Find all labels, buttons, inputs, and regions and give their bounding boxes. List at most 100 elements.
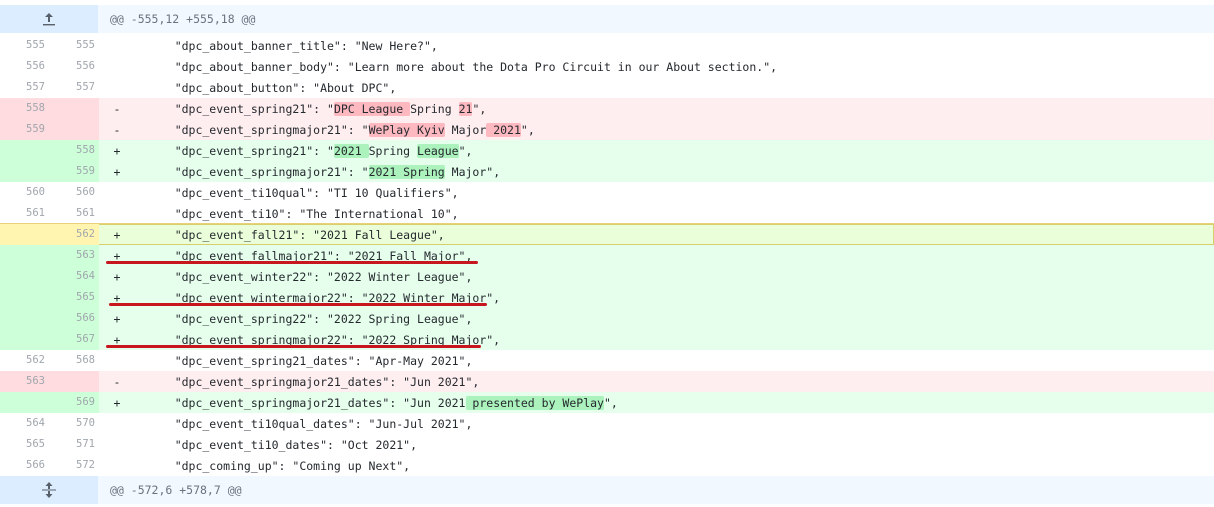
code-text: "dpc_about_banner_body": "Learn more abo… xyxy=(147,59,778,74)
word-change-highlight: League xyxy=(417,143,459,158)
new-line-number[interactable]: 559 xyxy=(49,161,99,182)
diff-line-context: 560 560 "dpc_event_ti10qual": "TI 10 Qual… xyxy=(0,182,1214,203)
old-line-number[interactable] xyxy=(0,224,49,245)
code-text: ", xyxy=(472,101,487,116)
expand-up-icon xyxy=(43,13,55,26)
diff-line-added: 559 + "dpc_event_springmajor21": "2021 Sp… xyxy=(0,161,1214,182)
code-content: "dpc_event_spring22": "2022 Spring Leagu… xyxy=(135,312,1214,326)
new-line-number[interactable]: 569 xyxy=(49,392,99,413)
new-line-number[interactable]: 561 xyxy=(49,203,99,224)
code-text: "dpc_event_ti10qual": "TI 10 Qualifiers"… xyxy=(147,185,459,200)
diff-line-context: 565 571 "dpc_event_ti10_dates": "Oct 2021… xyxy=(0,434,1214,455)
new-line-number[interactable]: 557 xyxy=(49,77,99,98)
code-content: "dpc_event_ti10qual": "TI 10 Qualifiers"… xyxy=(135,186,1214,200)
expand-both-button[interactable] xyxy=(0,476,98,504)
code-text: "dpc_coming_up": "Coming up Next", xyxy=(147,458,411,473)
diff-line-context: 564 570 "dpc_event_ti10qual_dates": "Jun-… xyxy=(0,413,1214,434)
new-line-number[interactable]: 556 xyxy=(49,56,99,77)
diff-line-context: 555 555 "dpc_about_banner_title": "New He… xyxy=(0,35,1214,56)
old-line-number[interactable]: 560 xyxy=(0,182,49,203)
code-content: "dpc_about_banner_body": "Learn more abo… xyxy=(135,60,1214,74)
code-text: "dpc_event_winter22": "2022 Winter Leagu… xyxy=(147,269,473,284)
new-line-number[interactable]: 562 xyxy=(49,224,99,245)
old-line-number[interactable]: 563 xyxy=(0,371,49,392)
diff-marker: - xyxy=(113,101,121,116)
word-change-highlight: 2021 xyxy=(486,122,521,137)
old-line-number[interactable]: 566 xyxy=(0,455,49,476)
word-change-highlight: 2021 xyxy=(333,143,369,158)
code-text: "dpc_event_springmajor21": " xyxy=(147,122,369,137)
code-content: "dpc_about_button": "About DPC", xyxy=(135,81,1214,95)
old-line-number[interactable]: 565 xyxy=(0,434,49,455)
code-text: "dpc_event_ti10_dates": "Oct 2021", xyxy=(147,437,418,452)
old-line-number[interactable]: 561 xyxy=(0,203,49,224)
code-content: "dpc_event_winter22": "2022 Winter Leagu… xyxy=(135,270,1214,284)
diff-marker: - xyxy=(113,374,121,389)
red-underline-annotation xyxy=(106,261,478,264)
diff-line-added: 562 + "dpc_event_fall21": "2021 Fall Leag… xyxy=(0,223,1214,246)
old-line-number[interactable]: 558 xyxy=(0,98,49,119)
new-line-number[interactable]: 572 xyxy=(49,455,99,476)
code-content: "dpc_coming_up": "Coming up Next", xyxy=(135,459,1214,473)
old-line-number[interactable] xyxy=(0,266,49,287)
red-underline-annotation xyxy=(106,345,481,348)
code-text: ", xyxy=(458,143,473,158)
new-line-number[interactable]: 570 xyxy=(49,413,99,434)
new-line-number[interactable]: 558 xyxy=(49,140,99,161)
code-text: "dpc_event_springmajor21": " xyxy=(147,164,369,179)
new-line-number[interactable]: 555 xyxy=(49,35,99,56)
diff-line-added: 558 + "dpc_event_spring21": "2021 Spring … xyxy=(0,140,1214,161)
old-line-number[interactable] xyxy=(0,329,49,350)
diff-line-added: 564 + "dpc_event_winter22": "2022 Winter … xyxy=(0,266,1214,287)
hunk-header-bottom: @@ -572,6 +578,7 @@ xyxy=(0,476,1214,504)
new-line-number[interactable]: 568 xyxy=(49,350,99,371)
old-line-number[interactable] xyxy=(0,287,49,308)
expand-both-icon xyxy=(42,482,56,498)
diff-marker: + xyxy=(113,311,121,326)
code-content: "dpc_event_ti10": "The International 10"… xyxy=(135,207,1214,221)
old-line-number[interactable]: 564 xyxy=(0,413,49,434)
new-line-number[interactable] xyxy=(49,98,99,119)
old-line-number[interactable] xyxy=(0,392,49,413)
old-line-number[interactable] xyxy=(0,161,49,182)
old-line-number[interactable] xyxy=(0,245,49,266)
code-text: Major xyxy=(444,122,487,137)
word-change-highlight: presented by WePlay xyxy=(465,395,604,410)
diff-line-context: 556 556 "dpc_about_banner_body": "Learn m… xyxy=(0,56,1214,77)
code-content: "dpc_event_spring21": "2021 Spring Leagu… xyxy=(135,143,1214,158)
new-line-number[interactable]: 565 xyxy=(49,287,99,308)
old-line-number[interactable]: 557 xyxy=(0,77,49,98)
diff-marker: - xyxy=(113,122,121,137)
new-line-number[interactable]: 571 xyxy=(49,434,99,455)
new-line-number[interactable] xyxy=(49,119,99,140)
old-line-number[interactable]: 562 xyxy=(0,350,49,371)
diff-line-removed: 563 - "dpc_event_springmajor21_dates": "J… xyxy=(0,371,1214,392)
old-line-number[interactable] xyxy=(0,140,49,161)
code-text: "dpc_about_button": "About DPC", xyxy=(147,80,397,95)
word-change-highlight: DPC League xyxy=(333,101,411,116)
code-text: Major", xyxy=(444,164,501,179)
code-content: "dpc_about_banner_title": "New Here?", xyxy=(135,39,1214,53)
old-line-number[interactable]: 556 xyxy=(0,56,49,77)
diff-marker: + xyxy=(113,269,121,284)
old-line-number[interactable]: 555 xyxy=(0,35,49,56)
diff-line-removed: 558 - "dpc_event_spring21": "DPC League S… xyxy=(0,98,1214,119)
code-content: "dpc_event_springmajor21": "WePlay Kyiv … xyxy=(135,122,1214,137)
diff-line-context: 561 561 "dpc_event_ti10": "The Internatio… xyxy=(0,203,1214,224)
new-line-number[interactable]: 563 xyxy=(49,245,99,266)
new-line-number[interactable]: 566 xyxy=(49,308,99,329)
old-line-number[interactable] xyxy=(0,308,49,329)
word-change-highlight: 2021 Spring xyxy=(368,164,445,179)
code-text: Spring xyxy=(368,143,418,158)
new-line-number[interactable]: 560 xyxy=(49,182,99,203)
diff-marker: + xyxy=(113,227,121,242)
old-line-number[interactable]: 559 xyxy=(0,119,49,140)
new-line-number[interactable]: 564 xyxy=(49,266,99,287)
code-content: "dpc_event_springmajor21_dates": "Jun 20… xyxy=(135,375,1214,389)
expand-up-button[interactable] xyxy=(0,5,98,33)
red-underline-annotation xyxy=(109,303,487,306)
new-line-number[interactable]: 567 xyxy=(49,329,99,350)
diff-marker: + xyxy=(113,143,121,158)
code-text: ", xyxy=(520,122,535,137)
new-line-number[interactable] xyxy=(49,371,99,392)
